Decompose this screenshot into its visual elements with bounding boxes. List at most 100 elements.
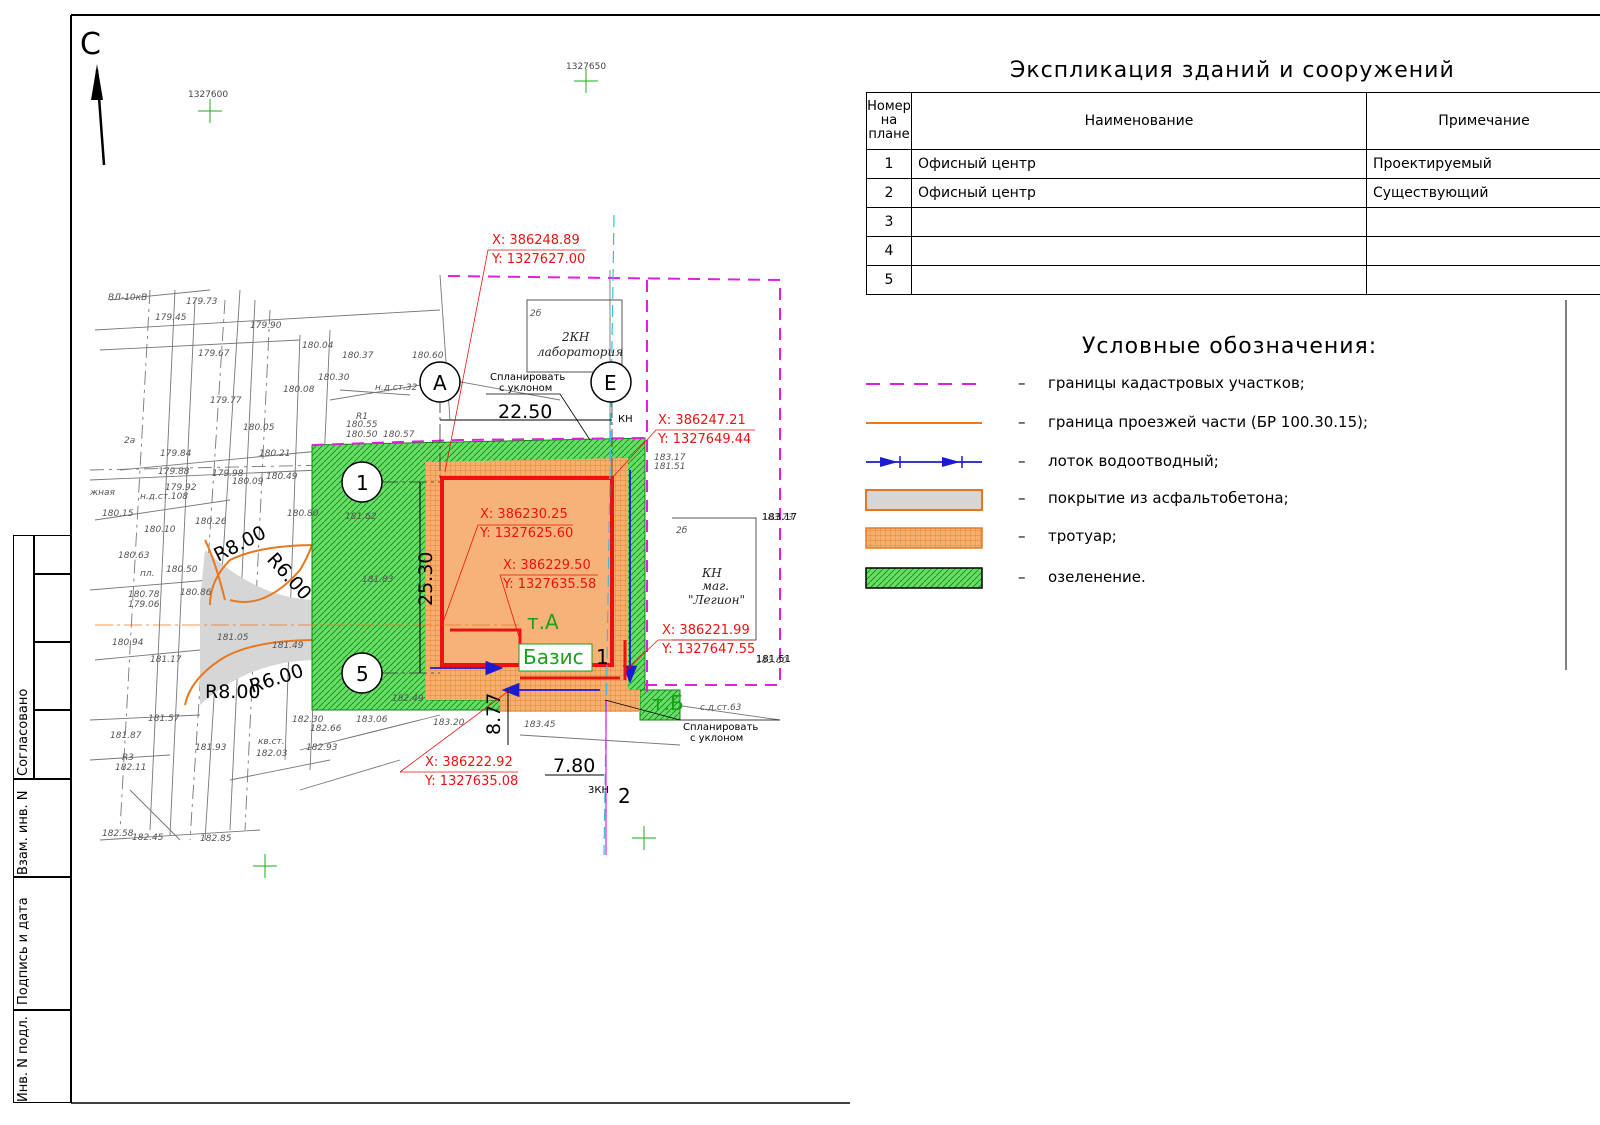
- survey-label: 180.50: [346, 430, 378, 440]
- survey-label: пл.: [140, 569, 155, 579]
- survey-label: 181.49: [272, 641, 304, 651]
- legend-text-greenery: озеленение.: [1048, 568, 1146, 586]
- stamp-agreed-label: Согласовано: [16, 688, 31, 776]
- explication-table: Номер на плане Наименование Примечание 1…: [866, 92, 1600, 295]
- survey-label: 181.05: [217, 633, 249, 643]
- svg-text:с уклоном: с уклоном: [499, 383, 552, 394]
- survey-label: 181.51: [654, 462, 686, 472]
- dim-bottom-small: 8.77: [483, 693, 505, 735]
- axis-marker-a: А: [419, 361, 461, 403]
- basis-number: 1: [596, 645, 609, 669]
- stamp-cell: [33, 641, 71, 711]
- survey-label: 180.21: [259, 449, 291, 459]
- explication-header-row: Номер на плане Наименование Примечание: [866, 92, 1600, 150]
- survey-label: R1: [356, 412, 368, 422]
- axis-marker-5: 5: [341, 652, 383, 694]
- row-number: 1: [866, 149, 912, 179]
- svg-text:А: А: [433, 371, 447, 395]
- survey-label: 180.08: [283, 385, 315, 395]
- legend-symbols: [865, 383, 983, 589]
- legend-symbol-greenery: [865, 567, 983, 589]
- svg-text:маг.: маг.: [702, 579, 729, 593]
- survey-label: R3: [122, 753, 134, 763]
- stamp-sign-cell: Подпись и дата: [13, 876, 71, 1011]
- row-name: [911, 207, 1367, 237]
- survey-label: кв.ст.: [258, 737, 285, 747]
- survey-label: 182.45: [132, 833, 164, 843]
- survey-label: 180.10: [144, 525, 176, 535]
- survey-label: жная: [89, 488, 116, 498]
- survey-label: 183.73: [762, 513, 794, 523]
- svg-text:1: 1: [356, 471, 369, 495]
- svg-text:Спланировать: Спланировать: [490, 372, 565, 383]
- survey-label: 182.11: [115, 763, 147, 773]
- survey-label: 179.77: [210, 396, 242, 406]
- survey-label: 183.20: [433, 718, 465, 728]
- svg-text:X: 386230.25: X: 386230.25: [480, 507, 568, 522]
- survey-label: 180.86: [180, 588, 212, 598]
- legend-dash: –: [1018, 489, 1026, 507]
- stamp-cell: [33, 573, 71, 643]
- survey-label: 179.90: [250, 321, 282, 331]
- row-name: Офисный центр: [911, 149, 1367, 179]
- survey-label: н.д.ст.32: [375, 383, 418, 393]
- svg-text:X: 386229.50: X: 386229.50: [503, 558, 591, 573]
- stamp-replace-label: Взам. инв. N: [16, 790, 31, 875]
- survey-label: 180.94: [112, 638, 144, 648]
- survey-label: 183.45: [524, 720, 556, 730]
- survey-label: н.д.ст.108: [140, 492, 188, 502]
- survey-label: 180.30: [318, 373, 350, 383]
- grading-note-bottom: Спланировать с уклоном: [604, 699, 780, 744]
- legend-dash: –: [1018, 527, 1026, 545]
- legend-text-roadway: граница проезжей части (БР 100.30.15);: [1048, 413, 1369, 431]
- svg-text:2б: 2б: [530, 309, 542, 319]
- grid-mark-2: 1327650: [566, 62, 606, 72]
- survey-label: 180.26: [195, 517, 227, 527]
- survey-label: 179.67: [198, 349, 230, 359]
- survey-label: 180.50: [166, 565, 198, 575]
- kn-bottom-label: 3КН: [588, 785, 609, 796]
- row-number: 2: [866, 178, 912, 208]
- svg-text:2б: 2б: [676, 526, 688, 536]
- survey-label: 180.78: [128, 590, 160, 600]
- legend-symbol-drain: [866, 456, 982, 468]
- row-note: [1366, 265, 1600, 295]
- stamp-agreed-cell: Согласовано: [13, 535, 35, 780]
- svg-text:Y: 1327627.00: Y: 1327627.00: [491, 252, 585, 267]
- survey-label: 182.03: [256, 749, 288, 759]
- survey-label: 180.80: [287, 509, 319, 519]
- drawing-sheet: { "north_label": "С", "axes": {"a": "А",…: [0, 0, 1600, 1125]
- table-row: 3: [866, 207, 1600, 237]
- svg-text:Y: 1327635.58: Y: 1327635.58: [502, 577, 596, 592]
- header-name: Наименование: [911, 92, 1367, 150]
- row-name: Офисный центр: [911, 178, 1367, 208]
- approval-stamp: Согласовано Взам. инв. N Подпись и дата …: [13, 535, 71, 1103]
- svg-text:Е: Е: [604, 371, 617, 395]
- explication-title: Экспликация зданий и сооружений: [1010, 58, 1455, 83]
- survey-label: 180.09: [232, 477, 264, 487]
- survey-label: с.д.ст.63: [700, 703, 742, 713]
- legend-text-drain: лоток водоотводный;: [1048, 452, 1219, 470]
- survey-label: 182.58: [102, 829, 134, 839]
- survey-label: 179.73: [186, 297, 218, 307]
- stamp-orig-cell: Инв. N подл.: [13, 1009, 71, 1103]
- stamp-replace-cell: Взам. инв. N: [13, 778, 71, 878]
- basis-label: Базис: [523, 645, 584, 669]
- survey-label: 182.93: [306, 743, 338, 753]
- header-note: Примечание: [1366, 92, 1600, 150]
- axis-marker-1: 1: [341, 461, 383, 503]
- stamp-orig-label: Инв. N подл.: [16, 1016, 31, 1102]
- table-row: 5: [866, 265, 1600, 295]
- svg-text:лаборатория: лаборатория: [537, 345, 623, 359]
- survey-label: 181.17: [150, 655, 182, 665]
- svg-text:Y: 1327635.08: Y: 1327635.08: [424, 774, 518, 789]
- svg-text:5: 5: [356, 662, 369, 686]
- svg-text:X: 386222.92: X: 386222.92: [425, 755, 513, 770]
- legend-dash: –: [1018, 568, 1026, 586]
- svg-text:X: 386248.89: X: 386248.89: [492, 233, 580, 248]
- table-row: 1 Офисный центр Проектируемый: [866, 149, 1600, 179]
- survey-label: 180.63: [118, 551, 150, 561]
- stamp-cell: [33, 709, 71, 780]
- survey-label: 183.60: [756, 656, 788, 666]
- survey-label: 2а: [124, 436, 135, 446]
